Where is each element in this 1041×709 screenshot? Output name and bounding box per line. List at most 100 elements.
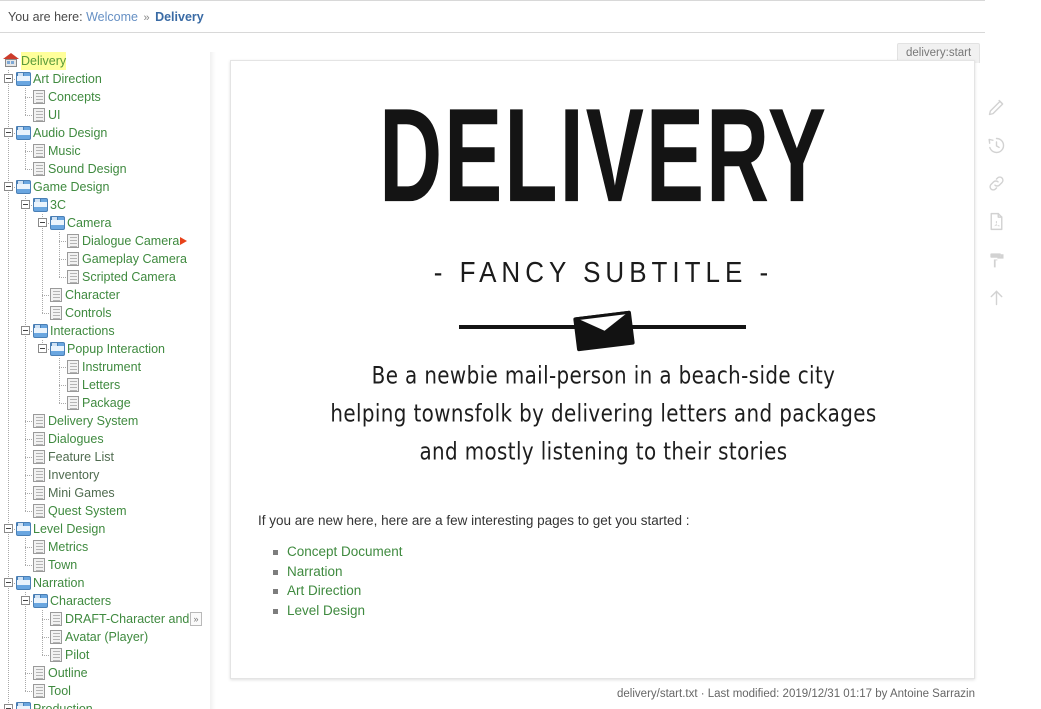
starter-link-0[interactable]: Concept Document [287,544,403,559]
tree-expander-collapse[interactable] [21,200,30,209]
tree-expander-collapse[interactable] [4,524,13,533]
tree-item-label[interactable]: Popup Interaction [67,340,165,358]
tree-item-music[interactable]: Music [0,142,216,160]
tree-item-character[interactable]: Character [0,286,216,304]
tree-item-label[interactable]: Interactions [50,322,115,340]
starter-link-3[interactable]: Level Design [287,603,365,618]
tree-item-label[interactable]: Instrument [82,358,141,376]
tree-item-label[interactable]: Dialogue Camera [82,232,179,250]
tree-item-label[interactable]: Mini Games [48,484,115,502]
tree-item-inventory[interactable]: Inventory [0,466,216,484]
tree-item-label[interactable]: Letters [82,376,120,394]
tree-item-label[interactable]: Characters [50,592,111,610]
tree-item-avatar-player[interactable]: Avatar (Player) [0,628,216,646]
tree-item-metrics[interactable]: Metrics [0,538,216,556]
tree-item-sound-design[interactable]: Sound Design [0,160,216,178]
tree-item-label[interactable]: Music [48,142,81,160]
tree-item-characters[interactable]: Characters [0,592,216,610]
tree-item-label[interactable]: Sound Design [48,160,127,178]
tree-item-tool[interactable]: Tool [0,682,216,700]
tree-item-label[interactable]: Avatar (Player) [65,628,148,646]
starter-link-1[interactable]: Narration [287,564,343,579]
tree-item-label[interactable]: Gameplay Camera [82,250,187,268]
tree-item-letters[interactable]: Letters [0,376,216,394]
tree-item-label[interactable]: Level Design [33,520,105,538]
tree-item-label[interactable]: Delivery System [48,412,138,430]
tree-item-label[interactable]: Inventory [48,466,99,484]
tree-item-feature-list[interactable]: Feature List [0,448,216,466]
tree-expander-collapse[interactable] [4,128,13,137]
tree-item-label[interactable]: Feature List [48,448,114,466]
tree-item-gameplay-camera[interactable]: Gameplay Camera [0,250,216,268]
tree-item-label[interactable]: DRAFT-Character and [65,610,189,628]
tree-overflow-indicator[interactable]: » [190,612,202,626]
old-revisions-button[interactable] [979,126,1013,164]
tree-item-instrument[interactable]: Instrument [0,358,216,376]
tree-expander-collapse[interactable] [21,596,30,605]
tree-item-label[interactable]: Game Design [33,178,109,196]
tree-item-quest-system[interactable]: Quest System [0,502,216,520]
tree-item-delivery-system[interactable]: Delivery System [0,412,216,430]
tree-item-outline[interactable]: Outline [0,664,216,682]
tree-item-label[interactable]: Outline [48,664,88,682]
tree-item-level-design[interactable]: Level Design [0,520,216,538]
tree-item-camera[interactable]: Camera [0,214,216,232]
tree-item-label[interactable]: Package [82,394,131,412]
tree-item-town[interactable]: Town [0,556,216,574]
breadcrumb-link-delivery[interactable]: Delivery [155,10,204,24]
tree-expander-collapse[interactable] [38,218,47,227]
tree-expander-collapse[interactable] [38,344,47,353]
tree-item-label[interactable]: Character [65,286,120,304]
page-tools-rail[interactable] [979,88,1013,316]
media-manager-button[interactable] [979,240,1013,278]
tree-item-label[interactable]: Delivery [21,52,66,70]
tree-item-label[interactable]: Metrics [48,538,88,556]
breadcrumb-link-welcome[interactable]: Welcome [86,10,138,24]
tree-item-label[interactable]: Town [48,556,77,574]
tree-item-label[interactable]: Production [33,700,93,709]
backlinks-button[interactable] [979,164,1013,202]
tree-item-narration[interactable]: Narration [0,574,216,592]
edit-page-button[interactable] [979,88,1013,126]
tree-item-ui[interactable]: UI [0,106,216,124]
tree-item-game-design[interactable]: Game Design [0,178,216,196]
tree-expander-collapse[interactable] [4,74,13,83]
tree-item-label[interactable]: Controls [65,304,112,322]
tree-item-label[interactable]: Dialogues [48,430,104,448]
tree-item-production[interactable]: Production [0,700,216,709]
tree-item-mini-games[interactable]: Mini Games [0,484,216,502]
tree-item-delivery[interactable]: Delivery [0,52,216,70]
back-to-top-button[interactable] [979,278,1013,316]
tree-item-pilot[interactable]: Pilot [0,646,216,664]
tree-expander-collapse[interactable] [4,578,13,587]
tree-expander-collapse[interactable] [4,182,13,191]
tree-item-interactions[interactable]: Interactions [0,322,216,340]
tree-item-label[interactable]: Narration [33,574,84,592]
tree-item-draft-character-and[interactable]: DRAFT-Character and» [0,610,216,628]
starter-link-2[interactable]: Art Direction [287,583,361,598]
tree-item-scripted-camera[interactable]: Scripted Camera [0,268,216,286]
tree-item-label[interactable]: Camera [67,214,111,232]
tree-item-dialogue-camera[interactable]: Dialogue Camera [0,232,216,250]
tree-item-label[interactable]: 3C [50,196,66,214]
tree-item-audio-design[interactable]: Audio Design [0,124,216,142]
tree-item-label[interactable]: Tool [48,682,71,700]
tree-item-dialogues[interactable]: Dialogues [0,430,216,448]
tree-expander-collapse[interactable] [4,704,13,709]
export-pdf-button[interactable] [979,202,1013,240]
tree-item-label[interactable]: Scripted Camera [82,268,176,286]
tree-item-concepts[interactable]: Concepts [0,88,216,106]
tree-item-label[interactable]: Art Direction [33,70,102,88]
tree-expander-collapse[interactable] [21,326,30,335]
tree-item-label[interactable]: UI [48,106,61,124]
sidebar-index-tree[interactable]: DeliveryArt DirectionConceptsUIAudio Des… [0,52,216,709]
tree-item-art-direction[interactable]: Art Direction [0,70,216,88]
tree-item-label[interactable]: Audio Design [33,124,107,142]
tree-item-controls[interactable]: Controls [0,304,216,322]
tree-item-popup-interaction[interactable]: Popup Interaction [0,340,216,358]
tree-item-label[interactable]: Pilot [65,646,89,664]
tree-item-label[interactable]: Quest System [48,502,127,520]
tree-item-package[interactable]: Package [0,394,216,412]
tree-item-3c[interactable]: 3C [0,196,216,214]
tree-item-label[interactable]: Concepts [48,88,101,106]
